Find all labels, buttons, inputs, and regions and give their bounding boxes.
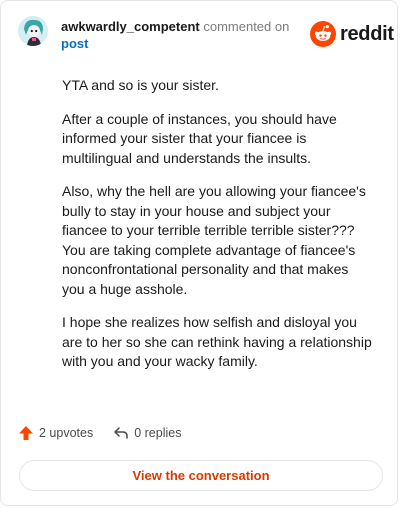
reply-stat[interactable]: 0 replies — [113, 425, 181, 441]
upvote-stat[interactable]: 2 upvotes — [18, 425, 93, 441]
username-link[interactable]: awkwardly_competent — [61, 19, 200, 34]
comment-footer: 2 upvotes 0 replies — [18, 425, 181, 441]
comment-paragraph: After a couple of instances, you should … — [62, 110, 337, 166]
comment-header: awkwardly_competent commented on post — [61, 18, 289, 52]
post-link[interactable]: post — [61, 36, 88, 51]
comment-paragraph: I hope she realizes how selfish and disl… — [62, 314, 372, 369]
comment-card: awkwardly_competent commented on post re… — [0, 0, 398, 506]
comment-paragraph: YTA and so is your sister. — [62, 77, 219, 93]
upvote-arrow-icon — [19, 426, 33, 440]
user-avatar[interactable] — [18, 16, 48, 46]
upvote-count: 2 upvotes — [39, 426, 94, 440]
action-text: commented on — [203, 19, 290, 34]
comment-paragraph: Also, why the hell are you allowing your… — [62, 183, 366, 297]
reddit-alien-icon — [310, 21, 336, 47]
comment-body: YTA and so is your sister. After a coupl… — [62, 76, 374, 386]
view-conversation-button[interactable]: View the conversation — [19, 460, 383, 491]
reddit-logo[interactable]: reddit — [310, 21, 394, 47]
reply-count: 0 replies — [134, 426, 182, 440]
reply-arrow-icon — [114, 427, 128, 439]
brand-wordmark: reddit — [340, 22, 394, 45]
